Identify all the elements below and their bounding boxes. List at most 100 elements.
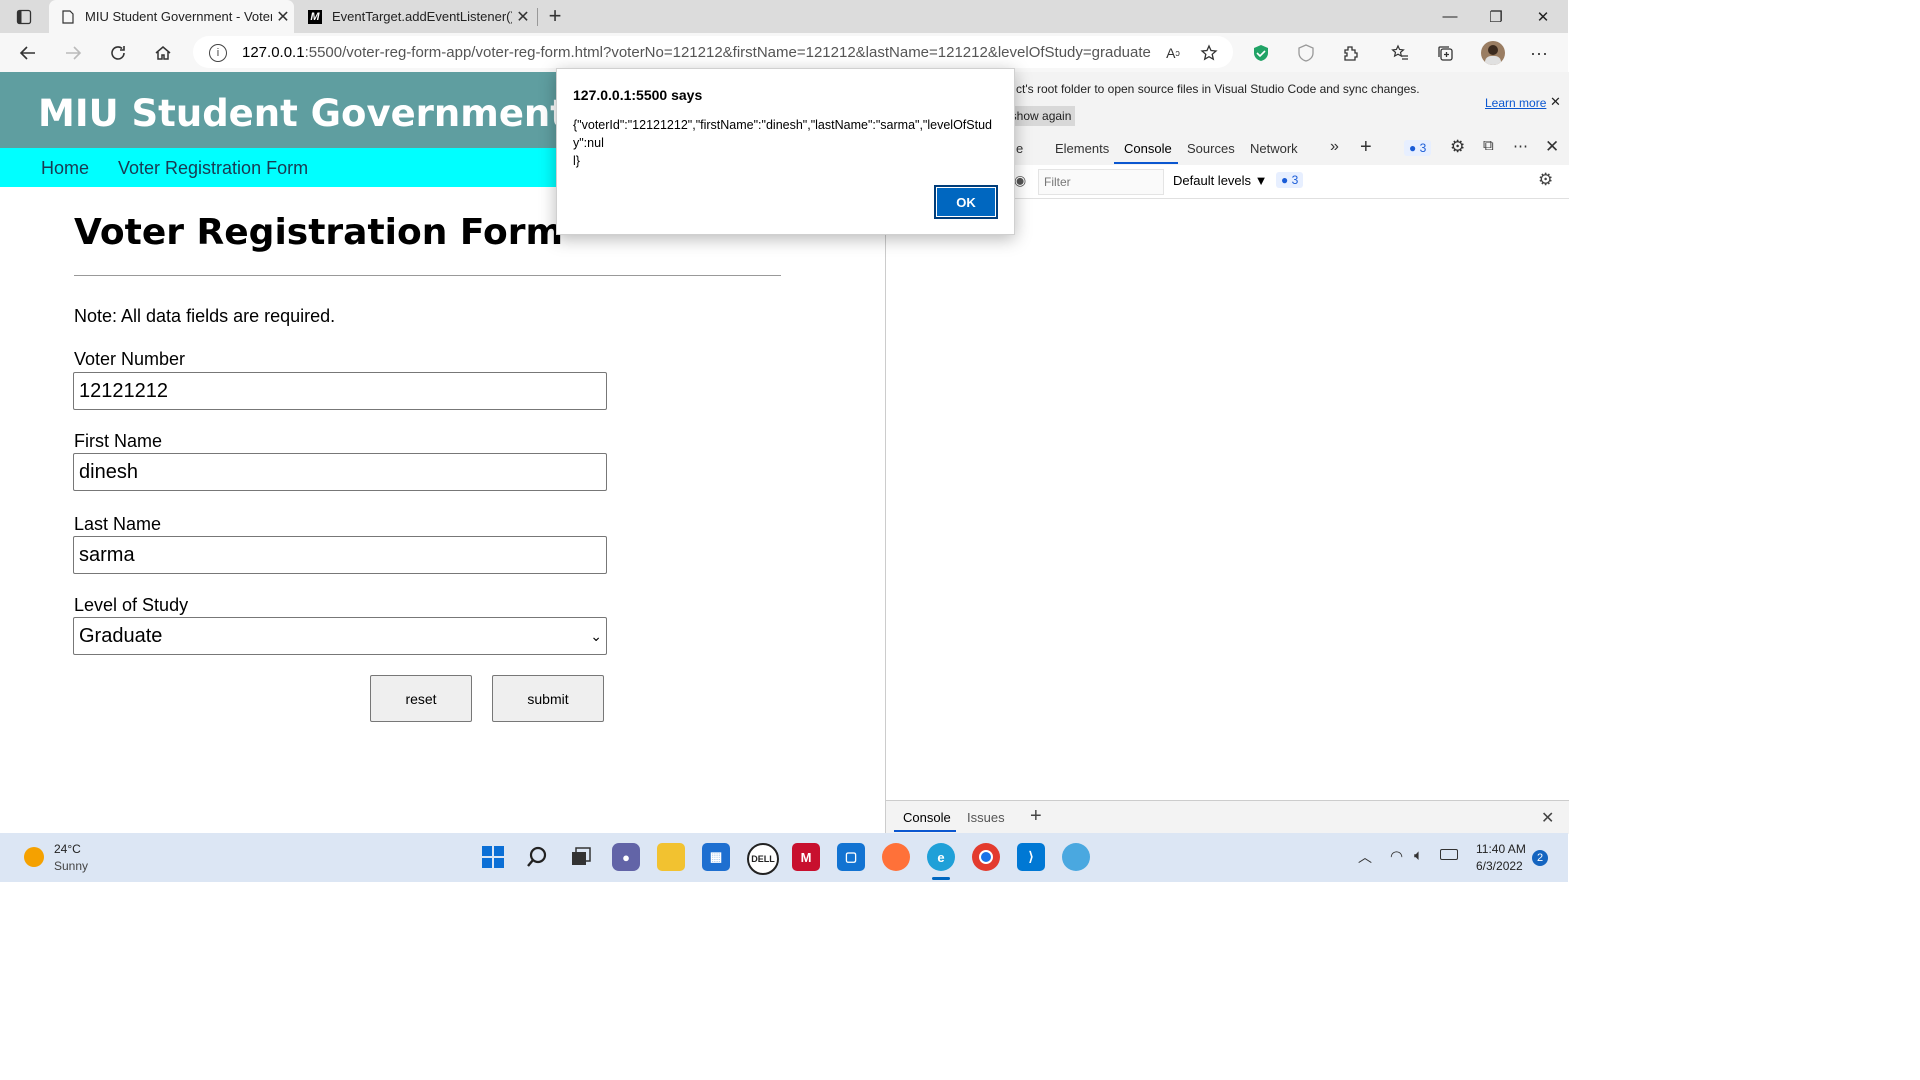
- search-icon[interactable]: [523, 843, 551, 871]
- active-tab-underline: [1114, 162, 1178, 164]
- close-devtools-icon[interactable]: ✕: [1545, 137, 1559, 157]
- more-tabs-icon[interactable]: »: [1330, 138, 1339, 156]
- new-tab-button[interactable]: +: [543, 3, 567, 29]
- shield-green-icon[interactable]: [1245, 37, 1277, 69]
- infobar-text: ct's root folder to open source files in…: [1016, 82, 1420, 96]
- level-of-study-select[interactable]: Graduate ⌄: [73, 617, 607, 655]
- default-levels-dropdown[interactable]: Default levels ▼: [1173, 173, 1268, 188]
- alert-message: {"voterId":"12121212","firstName":"dines…: [573, 118, 992, 168]
- info-icon[interactable]: i: [209, 44, 227, 62]
- nav-voter-form-link[interactable]: Voter Registration Form: [118, 158, 308, 179]
- start-icon[interactable]: [479, 843, 507, 871]
- tab-sources[interactable]: Sources: [1187, 141, 1235, 156]
- browser-toolbar: i 127.0.0.1:5500/voter-reg-form-app/vote…: [0, 33, 1568, 72]
- close-tab-icon[interactable]: ✕: [272, 7, 294, 27]
- collections-icon[interactable]: [1429, 37, 1461, 69]
- issues-badge[interactable]: ● 3: [1404, 140, 1432, 156]
- eye-icon[interactable]: ◉: [1014, 172, 1026, 189]
- submit-button[interactable]: submit: [492, 675, 604, 722]
- read-aloud-icon[interactable]: Aↄ: [1157, 37, 1189, 69]
- teams-chat-icon[interactable]: ●: [612, 843, 640, 871]
- console-settings-icon[interactable]: ⚙: [1538, 170, 1553, 190]
- app-blue-icon[interactable]: ▢: [837, 843, 865, 871]
- edge-icon[interactable]: e: [927, 843, 955, 871]
- shield-grey-icon[interactable]: [1290, 37, 1322, 69]
- extensions-icon[interactable]: [1335, 37, 1367, 69]
- tab-console[interactable]: Console: [1124, 141, 1172, 156]
- dell-icon[interactable]: DELL: [747, 843, 779, 875]
- settings-gear-icon[interactable]: ⚙: [1450, 137, 1465, 157]
- volume-icon[interactable]: 🔈︎: [1414, 847, 1423, 864]
- browser-tab-bar: MIU Student Government - Voter ✕ M Event…: [0, 0, 1568, 33]
- close-window-button[interactable]: ✕: [1520, 0, 1566, 33]
- tab-mdn[interactable]: M EventTarget.addEventListener() - ✕: [296, 0, 534, 33]
- drawer-add-tab-icon[interactable]: +: [1030, 805, 1042, 828]
- weather-sun-icon[interactable]: [24, 847, 44, 867]
- restore-button[interactable]: ❐: [1473, 0, 1519, 33]
- mdn-icon: M: [308, 9, 322, 24]
- tab-network[interactable]: Network: [1250, 141, 1298, 156]
- tab-divider: [537, 8, 538, 26]
- first-name-input[interactable]: dinesh: [73, 453, 607, 491]
- mcafee-icon[interactable]: M: [792, 843, 820, 871]
- add-favorite-icon[interactable]: [1193, 37, 1225, 69]
- clock-date[interactable]: 6/3/2022: [1476, 859, 1523, 873]
- notification-badge[interactable]: 2: [1532, 850, 1548, 866]
- close-drawer-icon[interactable]: ✕: [1541, 808, 1554, 828]
- drawer-tab-console[interactable]: Console: [903, 810, 951, 825]
- chrome-icon[interactable]: [972, 843, 1000, 871]
- tab-voter-form[interactable]: MIU Student Government - Voter ✕: [49, 0, 294, 33]
- show-hidden-icons[interactable]: ︿: [1358, 847, 1372, 867]
- forward-button[interactable]: [57, 37, 89, 69]
- level-of-study-label: Level of Study: [74, 595, 189, 615]
- drawer-tab-issues[interactable]: Issues: [967, 810, 1005, 825]
- devtools-more-icon[interactable]: ⋯: [1513, 137, 1528, 155]
- profile-avatar[interactable]: [1481, 41, 1505, 65]
- filter-input[interactable]: Filter: [1038, 169, 1164, 195]
- console-issues-badge[interactable]: ● 3: [1276, 172, 1304, 188]
- site-title: MIU Student Government: [38, 92, 568, 135]
- learn-more-link[interactable]: Learn more: [1485, 96, 1546, 110]
- form-note: Note: All data fields are required.: [74, 306, 336, 326]
- refresh-button[interactable]: [102, 37, 134, 69]
- file-explorer-icon[interactable]: [657, 843, 685, 871]
- close-infobar-icon[interactable]: ✕: [1550, 94, 1561, 110]
- store-icon[interactable]: ▦: [702, 843, 730, 871]
- filter-placeholder: Filter: [1044, 175, 1071, 189]
- voter-number-input[interactable]: 12121212: [73, 372, 607, 410]
- reset-button[interactable]: reset: [370, 675, 472, 722]
- ok-button[interactable]: OK: [934, 185, 998, 219]
- drawer-active-underline: [894, 830, 956, 832]
- weather-condition[interactable]: Sunny: [54, 859, 88, 873]
- edge-active-indicator: [932, 877, 950, 880]
- home-button[interactable]: [147, 37, 179, 69]
- app-globe-icon[interactable]: [1062, 843, 1090, 871]
- devtools-drawer: Console Issues + ✕: [886, 800, 1569, 834]
- devtools-tab-partial[interactable]: e: [1016, 141, 1023, 156]
- battery-icon[interactable]: [1440, 849, 1458, 860]
- last-name-input[interactable]: sarma: [73, 536, 607, 574]
- firefox-icon[interactable]: [882, 843, 910, 871]
- url-text: 127.0.0.1:5500/voter-reg-form-app/voter-…: [242, 44, 1151, 61]
- close-tab-icon[interactable]: ✕: [512, 7, 534, 27]
- tab-actions-icon[interactable]: [12, 7, 36, 27]
- more-menu-icon[interactable]: ···: [1523, 37, 1555, 69]
- address-bar[interactable]: i 127.0.0.1:5500/voter-reg-form-app/vote…: [193, 36, 1233, 68]
- back-button[interactable]: [12, 37, 44, 69]
- wifi-icon[interactable]: ◠: [1390, 847, 1403, 865]
- minimize-button[interactable]: —: [1427, 0, 1473, 33]
- vscode-icon[interactable]: ⟩: [1017, 843, 1045, 871]
- favorites-icon[interactable]: [1384, 37, 1416, 69]
- clock-time[interactable]: 11:40 AM: [1476, 842, 1526, 856]
- last-name-label: Last Name: [74, 514, 162, 534]
- form-heading: Voter Registration Form: [74, 212, 564, 253]
- add-tab-icon[interactable]: +: [1360, 136, 1372, 159]
- weather-temperature[interactable]: 24°C: [54, 842, 81, 856]
- nav-home-link[interactable]: Home: [41, 158, 89, 179]
- level-of-study-value: Graduate: [79, 625, 163, 647]
- tab-title: EventTarget.addEventListener() -: [332, 9, 512, 24]
- tab-elements[interactable]: Elements: [1055, 141, 1109, 156]
- task-view-icon[interactable]: [567, 843, 595, 871]
- voter-number-label: Voter Number: [74, 349, 186, 369]
- dock-icon[interactable]: ⧉: [1483, 137, 1494, 154]
